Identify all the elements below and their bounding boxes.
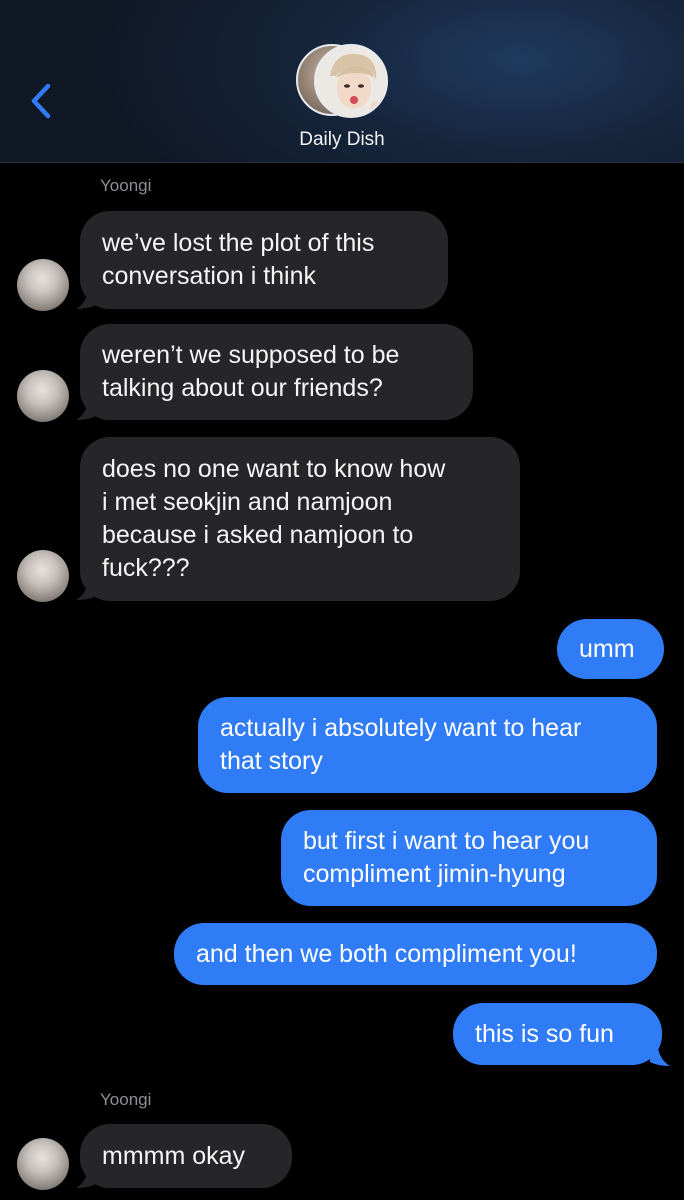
avatar[interactable] [17,1138,69,1190]
group-name[interactable]: Daily Dish [0,129,684,151]
group-avatar[interactable] [296,44,390,118]
incoming-message[interactable]: weren’t we supposed to be talking about … [80,324,473,420]
incoming-message[interactable]: does no one want to know how i met seokj… [80,437,520,601]
back-button[interactable] [22,76,62,126]
chat-header: Daily Dish [0,0,684,163]
sender-label: Yoongi [100,1090,152,1109]
avatar[interactable] [17,370,69,422]
chevron-left-icon [31,83,51,119]
member-avatar-front [314,44,388,118]
outgoing-message[interactable]: but first i want to hear you compliment … [281,810,657,906]
avatar[interactable] [17,550,69,602]
sender-label: Yoongi [100,176,152,195]
outgoing-message[interactable]: and then we both compliment you! [174,923,657,985]
avatar[interactable] [17,259,69,311]
outgoing-message[interactable]: this is so fun [453,1003,662,1065]
incoming-message[interactable]: mmmm okay [80,1124,292,1188]
outgoing-message[interactable]: actually i absolutely want to hear that … [198,697,657,793]
incoming-message[interactable]: we’ve lost the plot of this conversation… [80,211,448,309]
outgoing-message[interactable]: umm [557,619,664,679]
